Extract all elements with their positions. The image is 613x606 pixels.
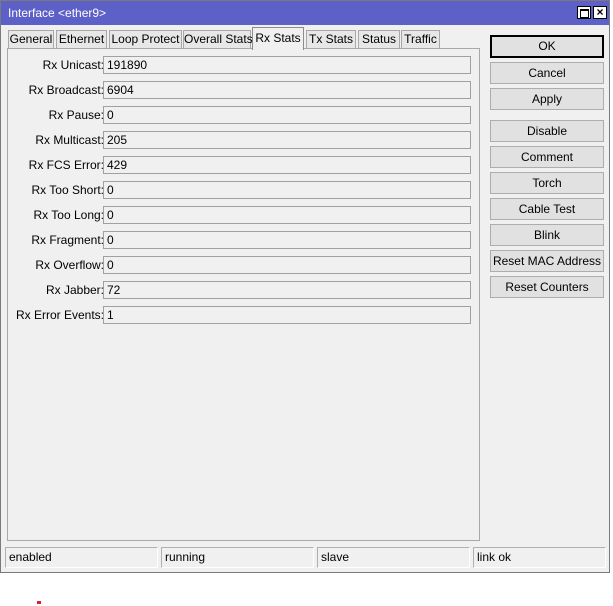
field-label: Rx FCS Error: — [28, 158, 104, 172]
cable-test-button[interactable]: Cable Test — [490, 198, 604, 220]
comment-button[interactable]: Comment — [490, 146, 604, 168]
cancel-button[interactable]: Cancel — [490, 62, 604, 84]
field-label: Rx Overflow: — [35, 258, 104, 272]
field-label: Rx Jabber: — [45, 283, 104, 297]
status-running: running — [161, 547, 314, 568]
rx-pause-field[interactable]: 0 — [103, 106, 471, 124]
field-row: Rx Unicast: 191890 — [8, 56, 481, 74]
interface-dialog: Interface <ether9> × General Ethernet Lo… — [0, 0, 610, 573]
tab-status[interactable]: Status — [358, 30, 400, 49]
maximize-icon[interactable] — [577, 6, 591, 19]
field-label: Rx Multicast: — [35, 133, 104, 147]
background-mark — [37, 601, 41, 604]
field-row: Rx Pause: 0 — [8, 106, 481, 124]
apply-button[interactable]: Apply — [490, 88, 604, 110]
rx-fcs-error-field[interactable]: 429 — [103, 156, 471, 174]
field-row: Rx Too Long: 0 — [8, 206, 481, 224]
tab-ethernet[interactable]: Ethernet — [56, 30, 107, 49]
status-slave: slave — [317, 547, 470, 568]
field-label: Rx Fragment: — [31, 233, 104, 247]
ok-button[interactable]: OK — [490, 35, 604, 58]
rx-jabber-field[interactable]: 72 — [103, 281, 471, 299]
rx-too-short-field[interactable]: 0 — [103, 181, 471, 199]
tab-general[interactable]: General — [8, 30, 54, 49]
torch-button[interactable]: Torch — [490, 172, 604, 194]
rx-overflow-field[interactable]: 0 — [103, 256, 471, 274]
field-row: Rx Too Short: 0 — [8, 181, 481, 199]
status-link: link ok — [473, 547, 606, 568]
field-label: Rx Broadcast: — [28, 83, 104, 97]
rx-multicast-field[interactable]: 205 — [103, 131, 471, 149]
field-row: Rx Fragment: 0 — [8, 231, 481, 249]
tab-loop-protect[interactable]: Loop Protect — [109, 30, 182, 49]
blink-button[interactable]: Blink — [490, 224, 604, 246]
field-label: Rx Error Events: — [15, 308, 104, 322]
field-row: Rx Overflow: 0 — [8, 256, 481, 274]
disable-button[interactable]: Disable — [490, 120, 604, 142]
reset-mac-address-button[interactable]: Reset MAC Address — [490, 250, 604, 272]
rx-unicast-field[interactable]: 191890 — [103, 56, 471, 74]
rx-too-long-field[interactable]: 0 — [103, 206, 471, 224]
field-row: Rx Multicast: 205 — [8, 131, 481, 149]
field-row: Rx Error Events: 1 — [8, 306, 481, 324]
tab-rx-stats[interactable]: Rx Stats — [252, 27, 304, 50]
status-enabled: enabled — [5, 547, 158, 568]
field-row: Rx FCS Error: 429 — [8, 156, 481, 174]
field-row: Rx Jabber: 72 — [8, 281, 481, 299]
field-label: Rx Unicast: — [42, 58, 104, 72]
field-label: Rx Too Short: — [31, 183, 104, 197]
rx-broadcast-field[interactable]: 6904 — [103, 81, 471, 99]
rx-fragment-field[interactable]: 0 — [103, 231, 471, 249]
window-title: Interface <ether9> — [8, 6, 107, 20]
rx-stats-panel: Rx Unicast: 191890 Rx Broadcast: 6904 Rx… — [7, 48, 480, 541]
tab-tx-stats[interactable]: Tx Stats — [306, 30, 356, 49]
rx-error-events-field[interactable]: 1 — [103, 306, 471, 324]
field-row: Rx Broadcast: 6904 — [8, 81, 481, 99]
field-label: Rx Pause: — [48, 108, 104, 122]
tab-overall-stats[interactable]: Overall Stats — [183, 30, 253, 49]
close-icon[interactable]: × — [593, 6, 607, 19]
status-bar: enabled running slave link ok — [5, 547, 606, 568]
reset-counters-button[interactable]: Reset Counters — [490, 276, 604, 298]
field-label: Rx Too Long: — [33, 208, 105, 222]
title-bar[interactable]: Interface <ether9> × — [1, 1, 609, 25]
tab-traffic[interactable]: Traffic — [401, 30, 440, 49]
